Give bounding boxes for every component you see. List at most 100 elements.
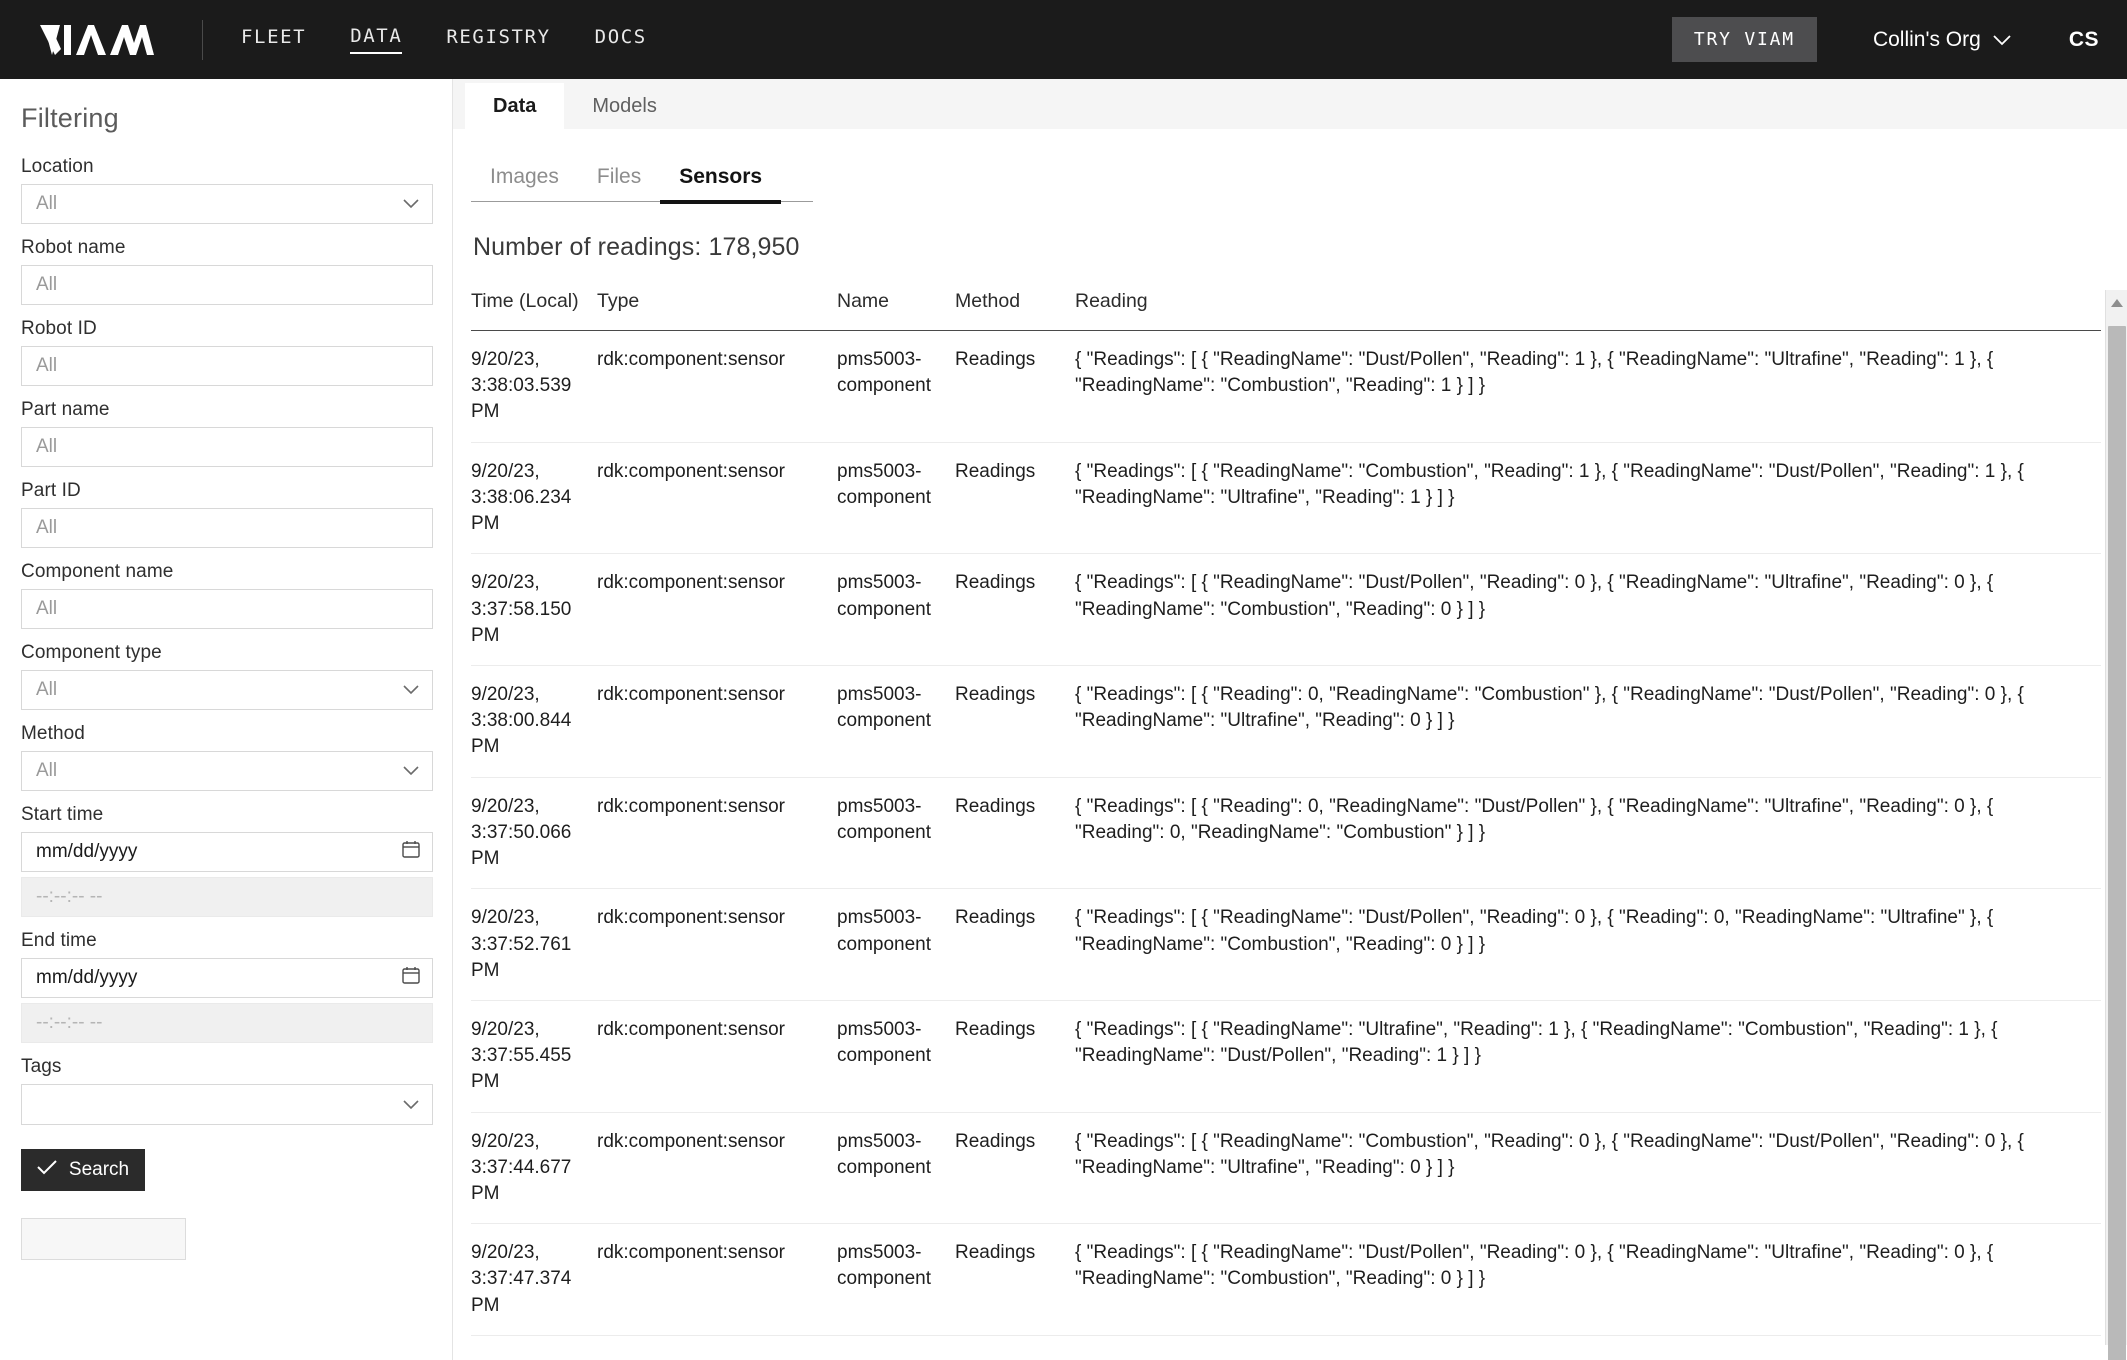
cell-time: 9/20/23, 3:38:00.844 PM	[471, 665, 597, 778]
cell-name: pms5003-component	[837, 1112, 955, 1225]
org-switcher[interactable]: Collin's Org	[1873, 28, 2011, 52]
tab-data[interactable]: Data	[465, 83, 565, 129]
cell-method: Readings	[955, 1112, 1075, 1225]
nav-link-registry[interactable]: REGISTRY	[446, 26, 550, 53]
table-row[interactable]: 9/20/23, 3:38:06.234 PM rdk:component:sen…	[471, 442, 2101, 555]
cell-name: pms5003-component	[837, 442, 955, 555]
label-robot-name: Robot name	[21, 237, 126, 258]
cell-type: rdk:component:sensor	[597, 888, 837, 1001]
scroll-up-arrow-icon[interactable]	[2110, 295, 2124, 313]
cell-name: pms5003-component	[837, 553, 955, 666]
table-row[interactable]: 9/20/23, 3:38:03.539 PM rdk:component:sen…	[471, 330, 2101, 443]
cell-time: 9/20/23, 3:37:39.289 PM	[471, 1335, 597, 1345]
cell-type: rdk:component:sensor	[597, 665, 837, 778]
cell-time: 9/20/23, 3:37:55.455 PM	[471, 1000, 597, 1113]
select-tags[interactable]	[21, 1084, 433, 1125]
input-end-time[interactable]: --:--:-- --	[21, 1003, 433, 1043]
subtab-files[interactable]: Files	[578, 159, 660, 201]
table-row[interactable]: 9/20/23, 3:37:58.150 PM rdk:component:sen…	[471, 553, 2101, 666]
cell-reading: { "Readings": [ { "ReadingName": "Dust/P…	[1075, 888, 2101, 1001]
page-body: Filtering Location All Robot name All Ro…	[0, 79, 2127, 1360]
cell-method: Readings	[955, 1000, 1075, 1113]
column-header-type[interactable]: Type	[597, 290, 837, 331]
readings-count: Number of readings: 178,950	[473, 233, 800, 261]
table-row[interactable]: 9/20/23, 3:38:00.844 PM rdk:component:sen…	[471, 665, 2101, 778]
cell-method: Readings	[955, 553, 1075, 666]
scrollbar-thumb[interactable]	[2108, 326, 2126, 1360]
nav-link-data[interactable]: DATA	[350, 25, 403, 54]
column-header-reading[interactable]: Reading	[1075, 290, 2101, 331]
tab-models[interactable]: Models	[564, 83, 684, 129]
input-end-date[interactable]: mm/dd/yyyy	[21, 958, 433, 998]
input-robot-id[interactable]: All	[21, 346, 433, 386]
primary-nav-links: FLEET DATA REGISTRY DOCS	[241, 25, 647, 54]
input-part-name[interactable]: All	[21, 427, 433, 467]
try-viam-button[interactable]: TRY VIAM	[1671, 17, 1817, 62]
chevron-down-icon	[403, 193, 419, 215]
table-header: Time (Local) Type Name Method Reading	[471, 290, 2101, 331]
column-header-name[interactable]: Name	[837, 290, 955, 331]
cell-reading: { "Readings": [ { "Reading": 0, "Reading…	[1075, 665, 2101, 778]
table-row[interactable]: 9/20/23, 3:37:50.066 PM rdk:component:sen…	[471, 777, 2101, 890]
subtab-sensors[interactable]: Sensors	[660, 159, 781, 204]
cell-name: pms5003-component	[837, 1223, 955, 1336]
cell-time: 9/20/23, 3:37:58.150 PM	[471, 553, 597, 666]
vertical-scrollbar[interactable]	[2105, 290, 2127, 1360]
org-name-label: Collin's Org	[1872, 27, 1981, 51]
table-row[interactable]: 9/20/23, 3:37:44.677 PM rdk:component:sen…	[471, 1112, 2101, 1225]
input-robot-id-placeholder: All	[36, 355, 58, 376]
cell-time: 9/20/23, 3:37:50.066 PM	[471, 777, 597, 890]
viam-logo[interactable]	[36, 23, 154, 57]
cell-method: Readings	[955, 777, 1075, 890]
input-component-name[interactable]: All	[21, 589, 433, 629]
cell-reading: { "Readings": [ { "ReadingName": "Dust/P…	[1075, 330, 2101, 443]
label-method: Method	[21, 723, 85, 744]
input-robot-name-placeholder: All	[36, 274, 58, 295]
search-button[interactable]: Search	[21, 1149, 145, 1191]
label-end-time: End time	[21, 930, 97, 951]
cell-type: rdk:component:sensor	[597, 553, 837, 666]
table-row[interactable]: 9/20/23, 3:37:47.374 PM rdk:component:sen…	[471, 1223, 2101, 1336]
input-start-date[interactable]: mm/dd/yyyy	[21, 832, 433, 872]
secondary-action-button[interactable]	[21, 1218, 186, 1260]
input-robot-name[interactable]: All	[21, 265, 433, 305]
cell-type: rdk:component:sensor	[597, 1112, 837, 1225]
data-panel: Images Files Sensors Number of readings:…	[453, 129, 2127, 1360]
cell-method: Readings	[955, 1335, 1075, 1345]
cell-method: Readings	[955, 1223, 1075, 1336]
cell-reading: { "Readings": [ { "ReadingName": "Dust/P…	[1075, 553, 2101, 666]
calendar-icon[interactable]	[402, 840, 420, 864]
calendar-icon[interactable]	[402, 966, 420, 990]
table-row[interactable]: 9/20/23, 3:37:55.455 PM rdk:component:sen…	[471, 1000, 2101, 1113]
cell-reading: { "Readings": [ { "ReadingName": "Combus…	[1075, 1112, 2101, 1225]
nav-link-fleet[interactable]: FLEET	[241, 26, 306, 53]
select-location[interactable]: All	[21, 184, 433, 224]
input-start-time[interactable]: --:--:-- --	[21, 877, 433, 917]
table-header-row: Time (Local) Type Name Method Reading	[471, 290, 2101, 331]
subtab-images[interactable]: Images	[471, 159, 578, 201]
input-part-id[interactable]: All	[21, 508, 433, 548]
column-header-method[interactable]: Method	[955, 290, 1075, 331]
cell-method: Readings	[955, 665, 1075, 778]
select-method[interactable]: All	[21, 751, 433, 791]
table-row[interactable]: 9/20/23, 3:37:39.289 PMrdk:component:sen…	[471, 1335, 2101, 1345]
chevron-down-icon	[403, 1094, 419, 1116]
table-row[interactable]: 9/20/23, 3:37:52.761 PM rdk:component:sen…	[471, 888, 2101, 1001]
column-header-time[interactable]: Time (Local)	[471, 290, 597, 331]
input-start-date-placeholder: mm/dd/yyyy	[36, 841, 138, 862]
data-subtab-bar: Images Files Sensors	[471, 159, 813, 204]
select-component-type[interactable]: All	[21, 670, 433, 710]
cell-name: pms5003-component	[837, 1335, 955, 1345]
nav-link-docs[interactable]: DOCS	[595, 26, 647, 53]
search-button-label: Search	[68, 1159, 130, 1180]
select-method-value: All	[36, 760, 58, 781]
cell-method: Readings	[955, 330, 1075, 443]
sensor-table-area: Time (Local) Type Name Method Reading 9/…	[471, 290, 2127, 1360]
main-tab-bar: Data Models	[453, 79, 2127, 129]
avatar[interactable]: CS	[2069, 28, 2099, 52]
chevron-down-icon	[403, 760, 419, 782]
input-end-time-placeholder: --:--:-- --	[36, 1012, 103, 1033]
cell-name: pms5003-component	[837, 888, 955, 1001]
cell-reading: { "Readings": [ { "Reading": 0, "Reading…	[1075, 777, 2101, 890]
table-body: 9/20/23, 3:38:03.539 PM rdk:component:sen…	[471, 330, 2101, 1345]
